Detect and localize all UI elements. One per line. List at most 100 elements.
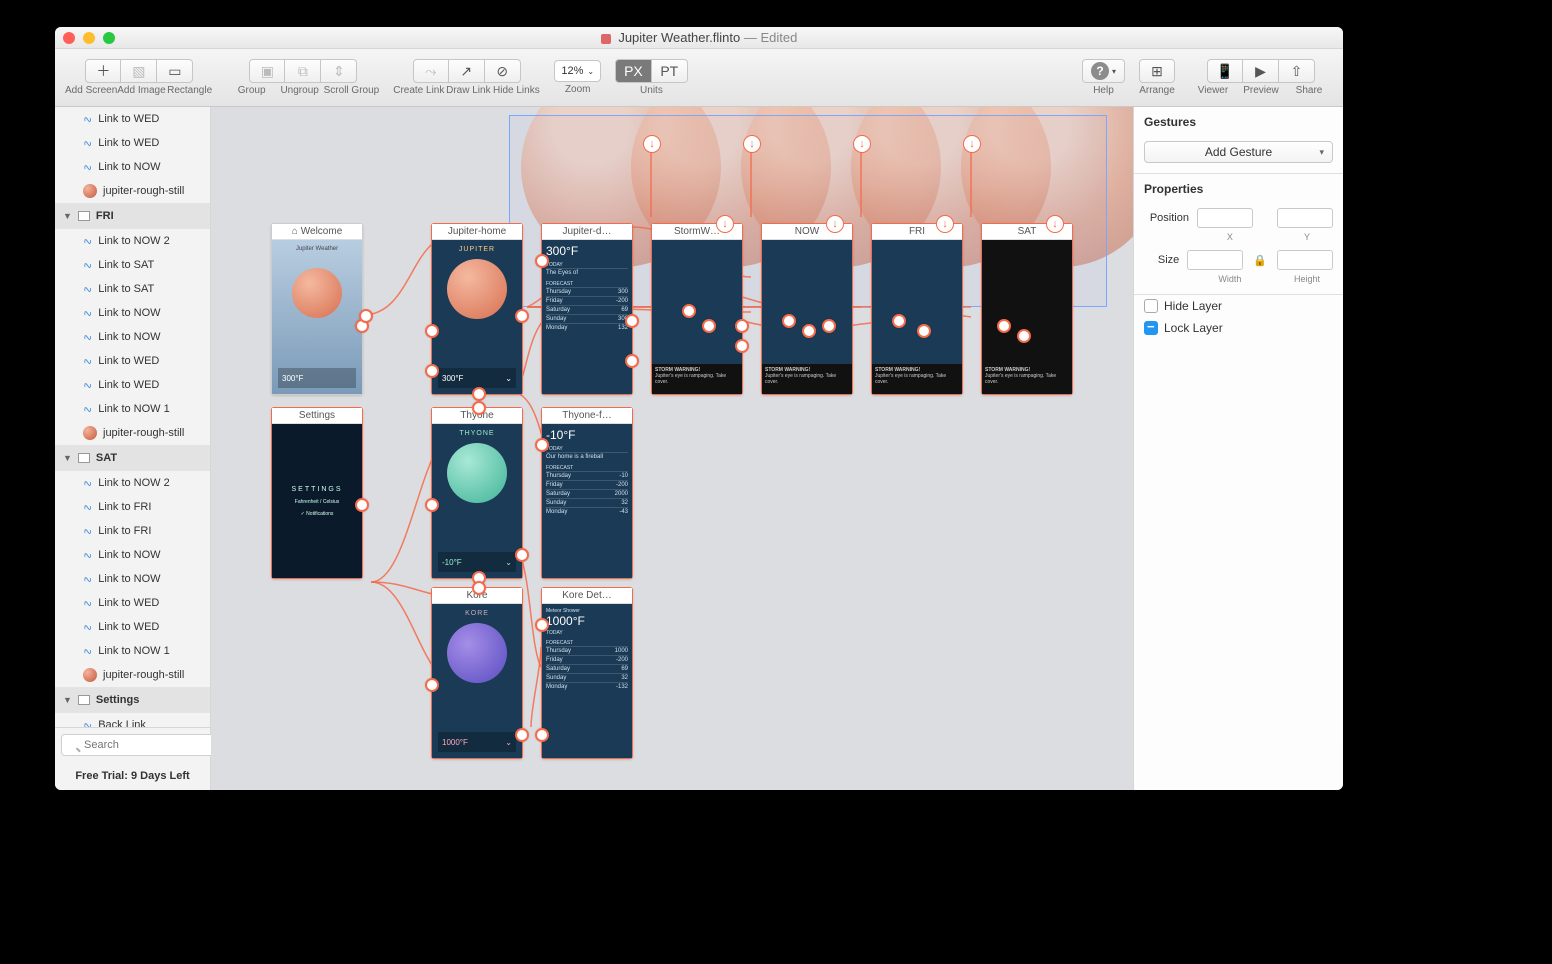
screen-jupiter-home[interactable]: Jupiter-home JUPITER 300°F⌄: [431, 223, 523, 395]
add-gesture-button[interactable]: Add Gesture: [1144, 141, 1333, 163]
artboard-icon: [78, 695, 90, 705]
layer-row-link[interactable]: ∿Link to NOW: [55, 543, 210, 567]
properties-section-title: Properties: [1134, 174, 1343, 204]
help-icon: ?: [1091, 62, 1109, 80]
size-width-input[interactable]: [1187, 250, 1243, 270]
layer-row-link[interactable]: ∿Link to FRI: [55, 519, 210, 543]
ungroup-button[interactable]: ⧉: [285, 59, 321, 83]
hide-layer-checkbox-row[interactable]: Hide Layer: [1134, 295, 1343, 317]
arrow-down-icon: ↓: [743, 135, 761, 153]
link-icon: ∿: [81, 353, 94, 368]
disclosure-icon: ▼: [63, 695, 72, 705]
screen-stormw[interactable]: StormW… STORM WARNING!Jupiter's eye is r…: [651, 223, 743, 395]
screen-now[interactable]: NOW STORM WARNING!Jupiter's eye is rampa…: [761, 223, 853, 395]
position-x-input[interactable]: [1197, 208, 1253, 228]
layer-group-header[interactable]: ▼SAT: [55, 445, 210, 471]
layer-row-link[interactable]: ∿Link to WED: [55, 591, 210, 615]
layer-row-link[interactable]: ∿Link to WED: [55, 131, 210, 155]
screen-fri[interactable]: FRI STORM WARNING!Jupiter's eye is rampa…: [871, 223, 963, 395]
screen-settings[interactable]: Settings SETTINGS Fahrenheit / Celsius ✓…: [271, 407, 363, 579]
layer-row-link[interactable]: ∿Link to WED: [55, 373, 210, 397]
add-screen-label: Add Screen: [65, 85, 117, 96]
layer-group-header[interactable]: ▼FRI: [55, 203, 210, 229]
viewer-button[interactable]: 📱: [1207, 59, 1243, 83]
screen-kore-detail[interactable]: Kore Det… Meteor Shower 1000°F TODAY FOR…: [541, 587, 633, 759]
create-link-label: Create Link: [393, 85, 444, 96]
search-input[interactable]: [61, 734, 233, 756]
size-height-input[interactable]: [1277, 250, 1333, 270]
arrow-down-icon: ↓: [936, 215, 954, 233]
layer-row-link[interactable]: ∿Link to NOW 2: [55, 471, 210, 495]
help-button[interactable]: ?▾: [1082, 59, 1125, 83]
layer-group-header[interactable]: ▼Settings: [55, 687, 210, 713]
add-image-button[interactable]: ▧: [121, 59, 157, 83]
layer-row-link[interactable]: ∿Back Link: [55, 713, 210, 727]
layer-row-image[interactable]: jupiter-rough-still: [55, 421, 210, 445]
layer-row-link[interactable]: ∿Link to NOW 1: [55, 639, 210, 663]
scroll-group-button[interactable]: ⇕: [321, 59, 357, 83]
canvas[interactable]: ⌂Welcome Jupiter Weather 300°F Jupiter-h…: [211, 107, 1133, 790]
layer-row-link[interactable]: ∿Link to NOW: [55, 567, 210, 591]
lock-layer-checkbox-row[interactable]: Lock Layer: [1134, 317, 1343, 339]
link-icon: ∿: [81, 523, 94, 538]
layer-row-link[interactable]: ∿Link to SAT: [55, 253, 210, 277]
units-label: Units: [640, 85, 663, 96]
layer-row-image[interactable]: jupiter-rough-still: [55, 179, 210, 203]
layer-row-link[interactable]: ∿Link to NOW 2: [55, 229, 210, 253]
layer-row-link[interactable]: ∿Link to WED: [55, 107, 210, 131]
layer-row-link[interactable]: ∿Link to NOW 1: [55, 397, 210, 421]
share-button[interactable]: ⇧: [1279, 59, 1315, 83]
viewer-label: Viewer: [1189, 85, 1237, 96]
layer-row-link[interactable]: ∿Link to FRI: [55, 495, 210, 519]
planet-icon: [83, 668, 97, 682]
artboard-icon: [78, 211, 90, 221]
layer-row-link[interactable]: ∿Link to WED: [55, 615, 210, 639]
link-icon: ∿: [81, 571, 94, 586]
search-input-wrap: [61, 734, 233, 756]
group-button[interactable]: ▣: [249, 59, 285, 83]
layer-row-image[interactable]: jupiter-rough-still: [55, 663, 210, 687]
link-icon: ∿: [81, 619, 94, 634]
window-title: Jupiter Weather.flinto — Edited: [55, 30, 1343, 45]
titlebar: Jupiter Weather.flinto — Edited: [55, 27, 1343, 49]
draw-link-button[interactable]: ↗: [449, 59, 485, 83]
preview-label: Preview: [1237, 85, 1285, 96]
lock-icon[interactable]: 🔒: [1251, 254, 1269, 267]
layer-list[interactable]: ∿Link to WED ∿Link to WED ∿Link to NOW j…: [55, 107, 210, 727]
layer-row-link[interactable]: ∿Link to WED: [55, 349, 210, 373]
arrow-down-icon: ↓: [826, 215, 844, 233]
hide-links-button[interactable]: ⊘: [485, 59, 521, 83]
rectangle-button[interactable]: ▭: [157, 59, 193, 83]
add-screen-button[interactable]: ＋: [85, 59, 121, 83]
help-label: Help: [1093, 85, 1114, 96]
screen-jupiter-detail[interactable]: Jupiter-d… 300°F TODAY The Eyes of FOREC…: [541, 223, 633, 395]
screen-sat[interactable]: SAT STORM WARNING!Jupiter's eye is rampa…: [981, 223, 1073, 395]
screen-thyone-detail[interactable]: Thyone-f… -10°F TODAY Our home is a fire…: [541, 407, 633, 579]
screen-thyone[interactable]: Thyone THYONE -10°F⌄: [431, 407, 523, 579]
layer-row-link[interactable]: ∿Link to NOW: [55, 325, 210, 349]
screen-welcome[interactable]: ⌂Welcome Jupiter Weather 300°F: [271, 223, 363, 395]
layer-row-link[interactable]: ∿Link to SAT: [55, 277, 210, 301]
link-icon: ∿: [81, 377, 94, 392]
link-icon: ∿: [81, 233, 94, 248]
arrange-button[interactable]: ⊞: [1139, 59, 1175, 83]
link-icon: ∿: [81, 329, 94, 344]
units-px-button[interactable]: PX: [615, 59, 652, 83]
zoom-control[interactable]: 12% ⌄: [554, 60, 601, 82]
hide-links-label: Hide Links: [492, 85, 540, 96]
screen-kore[interactable]: Kore KORE 1000°F⌄: [431, 587, 523, 759]
trial-status: Free Trial: 9 Days Left: [55, 762, 210, 790]
layer-row-link[interactable]: ∿Link to NOW: [55, 155, 210, 179]
units-pt-button[interactable]: PT: [652, 59, 688, 83]
document-edited-indicator: — Edited: [744, 30, 797, 45]
preview-button[interactable]: ▶: [1243, 59, 1279, 83]
checkbox-icon[interactable]: [1144, 321, 1158, 335]
arrow-down-icon: ↓: [643, 135, 661, 153]
disclosure-icon: ▼: [63, 453, 72, 463]
arrange-label: Arrange: [1139, 85, 1175, 96]
checkbox-icon[interactable]: [1144, 299, 1158, 313]
link-icon: ∿: [81, 257, 94, 272]
create-link-button[interactable]: ⤳: [413, 59, 449, 83]
position-y-input[interactable]: [1277, 208, 1333, 228]
layer-row-link[interactable]: ∿Link to NOW: [55, 301, 210, 325]
